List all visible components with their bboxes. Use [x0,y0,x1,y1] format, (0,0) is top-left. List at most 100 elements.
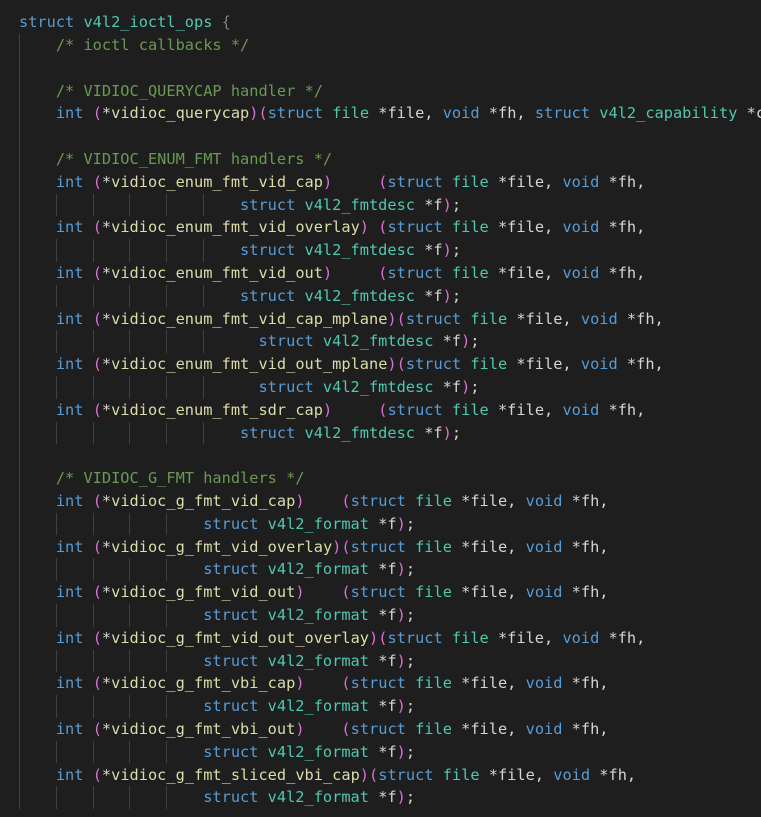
code-token: *fh, [617,309,664,328]
indent-guide [92,695,94,718]
code-line[interactable]: /* ioctl callbacks */ [19,34,249,57]
code-token: * [101,172,112,191]
code-token: void [562,400,600,419]
code-token: ) [396,788,406,807]
code-line[interactable]: int (*vidioc_g_fmt_vid_out_overlay)(stru… [19,627,646,650]
code-token: ) [295,719,305,738]
code-line[interactable]: int (*vidioc_g_fmt_vbi_out) (struct file… [19,718,609,741]
code-line[interactable]: struct v4l2_fmtdesc *f); [19,239,461,262]
code-token: ( [92,218,102,237]
code-token: void [525,491,563,510]
code-line[interactable]: int (*vidioc_enum_fmt_vid_overlay) (stru… [19,216,646,239]
code-line[interactable]: int (*vidioc_g_fmt_sliced_vbi_cap)(struc… [19,764,636,787]
code-token: * [101,309,112,328]
code-line[interactable]: struct v4l2_fmtdesc *f); [19,285,461,308]
code-token: vidioc_g_fmt_vid_out_overlay [111,628,369,647]
code-line[interactable]: struct v4l2_fmtdesc *f); [19,194,461,217]
code-line[interactable]: int (*vidioc_g_fmt_vid_overlay)(struct f… [19,536,609,559]
code-token: struct [258,377,323,396]
code-token: struct [240,423,305,442]
code-token: *f [368,514,397,533]
code-line[interactable]: int (*vidioc_querycap)(struct file *file… [19,102,761,125]
code-token: /* ioctl callbacks */ [55,35,250,54]
code-token: struct [405,355,471,374]
code-token: v4l2_format [267,788,369,807]
code-token: ( [92,674,102,693]
code-token: v4l2_fmtdesc [304,241,416,260]
code-line[interactable]: int (*vidioc_g_fmt_vid_cap) (struct file… [19,490,609,513]
code-line[interactable]: int (*vidioc_g_fmt_vbi_cap) (struct file… [19,672,609,695]
indent-guide [166,239,168,262]
code-line[interactable]: /* VIDIOC_QUERYCAP handler */ [19,80,323,103]
code-token: *f [368,788,397,807]
code-token: vidioc_g_fmt_sliced_vbi_cap [111,765,360,784]
code-token: ) [322,263,333,282]
indent-guide [129,421,131,445]
code-token: *f [433,332,462,351]
code-line[interactable]: struct v4l2_format *f); [19,786,415,809]
code-token: struct [203,560,268,579]
code-token: *fh, [617,355,664,374]
code-token: *file, [488,628,563,647]
code-line[interactable]: /* VIDIOC_ENUM_FMT handlers */ [19,148,332,171]
code-token: v4l2_format [267,514,369,533]
code-line[interactable]: int (*vidioc_enum_fmt_vid_cap) (struct f… [19,171,646,194]
code-line[interactable]: struct v4l2_format *f); [19,558,415,581]
code-line[interactable]: struct v4l2_format *f); [19,650,415,673]
code-line[interactable]: int (*vidioc_g_fmt_vid_out) (struct file… [19,581,609,604]
code-line[interactable]: struct v4l2_format *f); [19,695,415,718]
code-token: struct [203,788,268,807]
code-line[interactable]: struct v4l2_fmtdesc *f); [19,330,479,353]
code-token: struct [350,719,416,738]
code-line[interactable]: int (*vidioc_enum_fmt_vid_cap_mplane)(st… [19,308,664,331]
code-line[interactable]: struct v4l2_ioctl_ops { [19,11,231,34]
code-token: void [562,263,600,282]
code-token: ) [387,355,397,374]
code-token: struct [387,628,452,647]
indent-guide [55,740,57,764]
code-token: int [55,355,93,374]
code-line[interactable]: int (*vidioc_enum_fmt_vid_out) (struct f… [19,262,646,285]
code-token: ) [396,514,406,533]
code-line[interactable]: int (*vidioc_enum_fmt_sdr_cap) (struct f… [19,399,646,422]
code-line[interactable]: struct v4l2_format *f); [19,741,415,764]
code-token: /* VIDIOC_QUERYCAP handler */ [55,81,323,100]
code-token: ) [322,400,333,419]
code-token: struct [387,218,452,237]
code-token: *file, [369,104,443,123]
code-line[interactable]: /* VIDIOC_G_FMT handlers */ [19,467,305,490]
indent-guide [129,375,131,399]
code-token: *fh, [599,628,646,647]
indent-guide [129,558,131,582]
code-line[interactable]: struct v4l2_format *f); [19,513,415,536]
code-token: ( [92,765,102,784]
code-line[interactable]: struct v4l2_fmtdesc *f); [19,376,479,399]
code-token: ) [387,309,397,328]
code-token: v4l2_format [267,605,369,624]
code-token: v4l2_fmtdesc [322,377,434,396]
code-token: ) [461,377,471,396]
code-token: *fh, [599,263,646,282]
code-line[interactable]: struct v4l2_format *f); [19,604,415,627]
code-token: ; [405,514,416,533]
indent-guide [92,375,94,399]
code-token: ( [369,765,379,784]
code-token: ) [442,195,452,214]
code-line[interactable]: int (*vidioc_enum_fmt_vid_out_mplane)(st… [19,353,664,376]
indent-guide [129,695,131,718]
indent-guide [55,558,57,582]
code-token: /* VIDIOC_ENUM_FMT handlers */ [55,149,333,168]
code-editor[interactable]: struct v4l2_ioctl_ops { /* ioctl callbac… [0,0,761,817]
code-token: int [55,104,93,123]
code-token: * [101,537,112,556]
code-line[interactable]: struct v4l2_fmtdesc *f); [19,422,461,445]
code-token: *f [368,605,397,624]
